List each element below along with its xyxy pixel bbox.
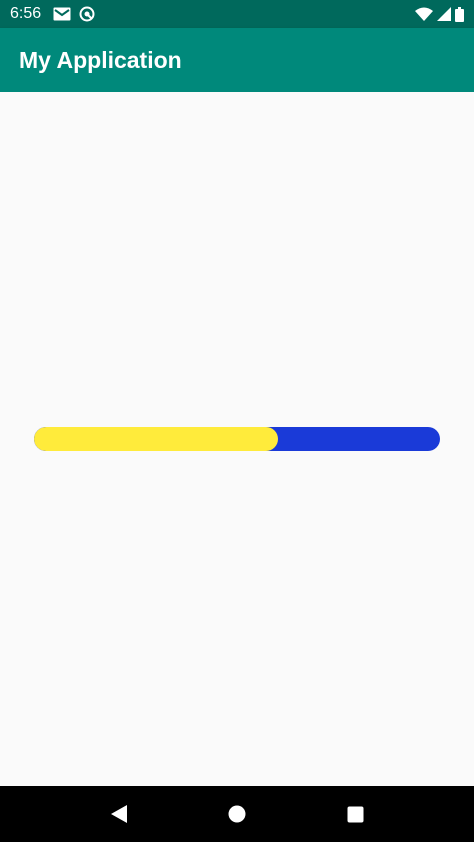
wifi-icon xyxy=(415,7,433,21)
home-icon xyxy=(228,805,246,823)
cell-signal-icon xyxy=(437,7,451,21)
back-button[interactable] xyxy=(91,786,147,842)
system-icons xyxy=(415,6,464,22)
progress-fill xyxy=(34,427,278,451)
sync-icon xyxy=(79,6,95,22)
app-title: My Application xyxy=(19,46,182,73)
recents-icon xyxy=(347,806,363,822)
recents-button[interactable] xyxy=(327,786,383,842)
notification-icons xyxy=(53,6,95,22)
navigation-bar xyxy=(0,786,474,842)
status-time: 6:56 xyxy=(10,5,42,22)
status-bar: 6:56 xyxy=(0,0,474,28)
home-button[interactable] xyxy=(209,786,265,842)
app-bar: My Application xyxy=(0,28,474,92)
progress-bar xyxy=(34,427,440,451)
back-icon xyxy=(111,805,127,823)
battery-icon xyxy=(455,6,464,22)
gmail-icon xyxy=(53,7,71,21)
main-content xyxy=(0,92,474,786)
